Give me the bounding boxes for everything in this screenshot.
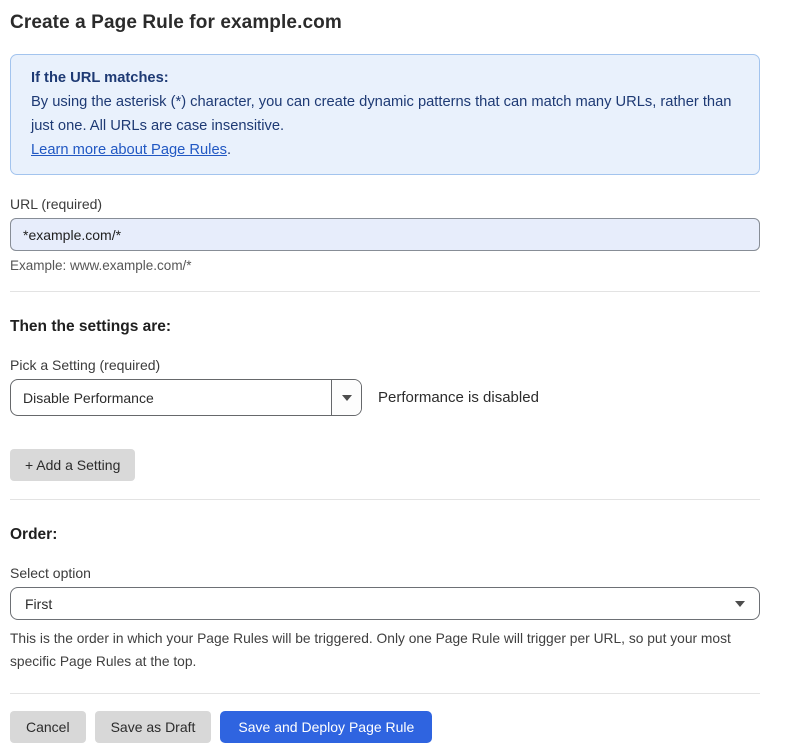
- divider: [10, 693, 760, 694]
- divider: [10, 291, 760, 292]
- setting-select-value: Disable Performance: [11, 380, 331, 415]
- info-box-link-line: Learn more about Page Rules.: [31, 138, 739, 162]
- link-suffix: .: [227, 142, 231, 158]
- pick-setting-label: Pick a Setting (required): [10, 357, 760, 373]
- info-box-heading: If the URL matches:: [31, 66, 739, 90]
- order-select-label: Select option: [10, 565, 760, 581]
- save-and-deploy-button[interactable]: Save and Deploy Page Rule: [220, 711, 432, 743]
- order-select-value: First: [25, 596, 52, 612]
- settings-section-heading: Then the settings are:: [10, 318, 760, 336]
- setting-status-text: Performance is disabled: [378, 389, 539, 406]
- learn-more-link[interactable]: Learn more about Page Rules: [31, 142, 227, 158]
- cancel-button[interactable]: Cancel: [10, 711, 86, 743]
- caret-down-icon: [735, 601, 745, 607]
- create-page-rule-form: Create a Page Rule for example.com If th…: [0, 0, 790, 743]
- order-helper-text: This is the order in which your Page Rul…: [10, 628, 758, 672]
- url-field-label: URL (required): [10, 196, 760, 212]
- save-as-draft-button[interactable]: Save as Draft: [95, 711, 212, 743]
- setting-row: Disable Performance Performance is disab…: [10, 379, 760, 416]
- url-example-helper: Example: www.example.com/*: [10, 258, 760, 273]
- caret-down-icon: [342, 395, 352, 401]
- setting-select[interactable]: Disable Performance: [10, 379, 362, 416]
- info-box-body: By using the asterisk (*) character, you…: [31, 90, 739, 138]
- url-input[interactable]: [10, 218, 760, 251]
- add-setting-button[interactable]: + Add a Setting: [10, 449, 135, 481]
- page-title: Create a Page Rule for example.com: [10, 12, 760, 34]
- form-actions: Cancel Save as Draft Save and Deploy Pag…: [10, 711, 760, 743]
- url-matches-info-box: If the URL matches: By using the asteris…: [10, 54, 760, 175]
- setting-select-arrow-button[interactable]: [331, 380, 361, 415]
- divider: [10, 499, 760, 500]
- order-section-heading: Order:: [10, 526, 760, 544]
- order-select[interactable]: First: [10, 587, 760, 620]
